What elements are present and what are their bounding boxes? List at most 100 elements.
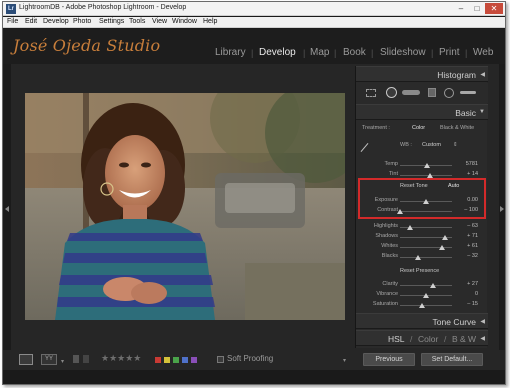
module-library[interactable]: Library: [215, 47, 246, 58]
flag-pick-icon[interactable]: [73, 355, 79, 363]
soft-proofing-checkbox[interactable]: [217, 356, 224, 363]
menu-bar: File Edit Develop Photo Settings Tools V…: [3, 17, 505, 28]
module-web[interactable]: Web: [473, 47, 493, 58]
menu-settings[interactable]: Settings: [99, 18, 124, 25]
slider-value-shadows[interactable]: + 71: [456, 233, 478, 239]
slider-thumb-shadows[interactable]: [441, 235, 448, 240]
slider-value-tint[interactable]: + 14: [456, 171, 478, 177]
treatment-label: Treatment :: [362, 125, 390, 131]
slider-thumb-clarity[interactable]: [430, 283, 437, 288]
lightroom-window: Lr LightroomDB - Adobe Photoshop Lightro…: [2, 1, 506, 385]
menu-view[interactable]: View: [152, 18, 167, 25]
slider-value-saturation[interactable]: – 15: [456, 301, 478, 307]
slider-label-saturation: Saturation: [372, 301, 398, 307]
slider-value-temp[interactable]: 5781: [456, 161, 478, 167]
radial-filter-icon[interactable]: [444, 88, 454, 98]
flag-reject-icon[interactable]: [83, 355, 89, 363]
toolbar-menu-icon[interactable]: ▾: [343, 357, 346, 364]
slider-label-temp: Temp: [384, 161, 398, 167]
collapse-left-icon[interactable]: ◀: [480, 71, 485, 78]
menu-file[interactable]: File: [7, 18, 18, 25]
menu-develop[interactable]: Develop: [43, 18, 69, 25]
set-default-button[interactable]: Set Default...: [421, 353, 483, 366]
slider-value-vibrance[interactable]: 0: [456, 291, 478, 297]
photo-preview[interactable]: [25, 93, 345, 320]
slider-label-highlights: Highlights: [373, 223, 398, 229]
collapse-left-icon[interactable]: ◀: [480, 335, 485, 342]
wb-preset-dropdown[interactable]: Custom: [422, 142, 441, 148]
right-panel-toggle-icon[interactable]: [500, 206, 504, 212]
slider-thumb-highlights[interactable]: [406, 225, 413, 230]
color-label-swatch[interactable]: [155, 357, 161, 363]
slider-value-highlights[interactable]: – 63: [456, 223, 478, 229]
bw-tab[interactable]: B & W: [452, 334, 476, 344]
slider-track-blacks[interactable]: [400, 257, 452, 258]
histogram-title: Histogram: [437, 70, 476, 80]
spot-removal-icon[interactable]: [386, 87, 397, 98]
slider-thumb-vibrance[interactable]: [423, 293, 429, 298]
tool-strip: [356, 83, 488, 103]
slider-label-whites: Whites: [381, 243, 398, 249]
color-label-swatch[interactable]: [173, 357, 179, 363]
right-panel-edge[interactable]: [499, 64, 505, 350]
menu-window[interactable]: Window: [172, 18, 197, 25]
menu-photo[interactable]: Photo: [73, 18, 91, 25]
color-label-swatch[interactable]: [182, 357, 188, 363]
window-title: LightroomDB - Adobe Photoshop Lightroom …: [19, 4, 187, 11]
basic-panel-header[interactable]: Basic ▼: [356, 104, 488, 120]
before-after-icon[interactable]: YY: [41, 354, 57, 365]
slider-value-whites[interactable]: + 61: [456, 243, 478, 249]
lightroom-app-icon: Lr: [6, 4, 16, 14]
graduated-filter-icon[interactable]: [428, 88, 436, 97]
slider-value-blacks[interactable]: – 32: [456, 253, 478, 259]
treatment-bw-option[interactable]: Black & White: [440, 125, 474, 131]
module-develop[interactable]: Develop: [259, 47, 296, 58]
hsl-tab[interactable]: HSL: [388, 334, 405, 344]
tone-section-highlight: [358, 178, 486, 219]
menu-tools[interactable]: Tools: [129, 18, 145, 25]
slider-thumb-temp[interactable]: [424, 163, 431, 168]
slider-label-clarity: Clarity: [382, 281, 398, 287]
slider-thumb-saturation[interactable]: [419, 303, 426, 308]
left-panel-toggle-icon[interactable]: [5, 206, 9, 212]
slider-thumb-whites[interactable]: [439, 245, 446, 250]
soft-proofing-label: Soft Proofing: [227, 354, 274, 363]
hsl-panel-header[interactable]: HSL / Color / B & W ◀: [356, 330, 488, 346]
collapse-down-icon[interactable]: ▼: [479, 109, 485, 115]
previous-button[interactable]: Previous: [363, 353, 415, 366]
slider-label-vibrance: Vibrance: [376, 291, 398, 297]
loupe-view-icon[interactable]: [19, 354, 33, 365]
color-label-swatch[interactable]: [164, 357, 170, 363]
color-tab[interactable]: Color: [418, 334, 438, 344]
tone-curve-title: Tone Curve: [432, 317, 476, 327]
white-balance-selector-icon[interactable]: [360, 142, 369, 153]
slider-value-clarity[interactable]: + 27: [456, 281, 478, 287]
module-slideshow[interactable]: Slideshow: [380, 47, 426, 58]
maximize-button[interactable]: □: [470, 3, 484, 14]
menu-edit[interactable]: Edit: [25, 18, 37, 25]
left-panel-collapse-edge[interactable]: [3, 64, 11, 350]
red-eye-icon[interactable]: [402, 90, 420, 95]
chevron-down-icon[interactable]: ⇕: [453, 142, 458, 148]
histogram-panel-header[interactable]: Histogram ◀: [356, 66, 488, 82]
slider-track-saturation[interactable]: [400, 305, 452, 306]
module-book[interactable]: Book: [343, 47, 366, 58]
close-button[interactable]: ✕: [485, 3, 503, 14]
star-rating[interactable]: ★★★★★: [101, 353, 141, 364]
filmstrip-bar: [3, 370, 505, 384]
slider-thumb-blacks[interactable]: [414, 255, 421, 260]
crop-tool-icon[interactable]: [366, 89, 376, 97]
treatment-color-option[interactable]: Color: [412, 125, 425, 131]
slider-track-clarity[interactable]: [400, 285, 452, 286]
reset-presence-label[interactable]: Reset Presence: [400, 268, 439, 274]
module-print[interactable]: Print: [439, 47, 460, 58]
dropdown-arrow-icon[interactable]: ▾: [61, 358, 64, 365]
menu-help[interactable]: Help: [203, 18, 217, 25]
identity-bar: José Ojeda Studio Library | Develop | Ma…: [3, 29, 505, 64]
tone-curve-panel-header[interactable]: Tone Curve ◀: [356, 313, 488, 329]
collapse-left-icon[interactable]: ◀: [480, 318, 485, 325]
minimize-button[interactable]: –: [454, 3, 468, 14]
color-label-swatch[interactable]: [191, 357, 197, 363]
module-map[interactable]: Map: [310, 47, 329, 58]
adjustment-brush-icon[interactable]: [460, 91, 476, 94]
